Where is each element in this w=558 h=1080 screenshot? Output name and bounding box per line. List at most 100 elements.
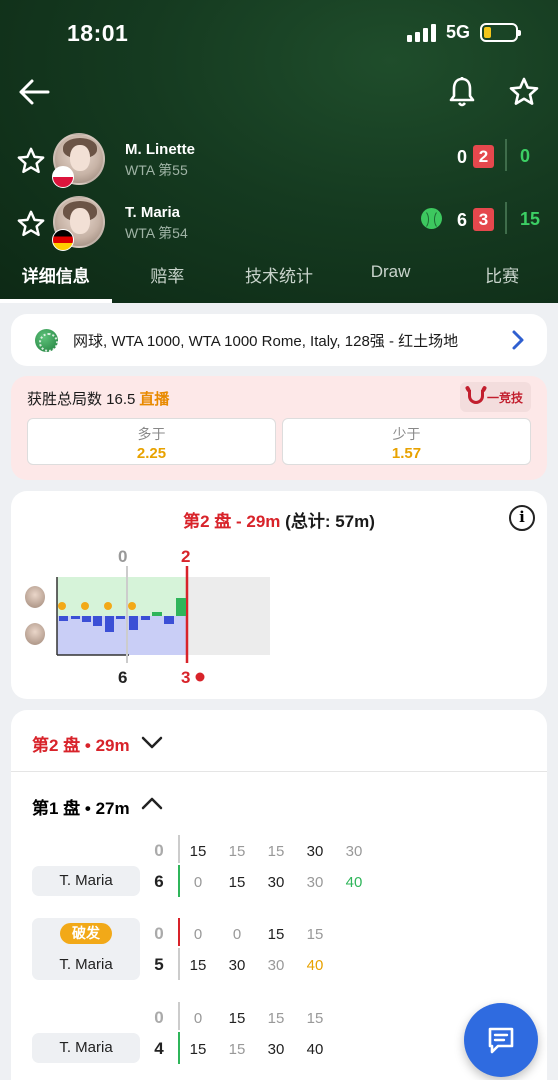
odds-over-button[interactable]: 多于 2.25 <box>27 418 276 465</box>
score-divider <box>505 202 507 234</box>
odds-under-label: 少于 <box>392 426 421 442</box>
game-top-score: 0 <box>154 1008 164 1027</box>
point-score: 40 <box>306 1041 324 1058</box>
point-score: 30 <box>267 957 285 974</box>
tennis-ball-icon <box>35 328 58 352</box>
signal-icon <box>406 23 436 42</box>
status-time: 18:01 <box>67 20 129 46</box>
chat-icon <box>488 1027 514 1054</box>
game-bottom-score: 4 <box>154 1039 164 1058</box>
server-pill: T. Maria <box>32 866 140 896</box>
star-icon[interactable] <box>16 209 46 239</box>
point-score: 0 <box>193 1010 203 1027</box>
points-score: 0 <box>520 146 531 166</box>
point-score: 0 <box>193 874 203 891</box>
match-timeline-card: 第2 盘 - 29m (总计: 57m) i 0 6 2 3 <box>11 491 547 699</box>
battery-icon <box>480 23 521 42</box>
point-score: 15 <box>189 957 207 974</box>
point-score: 30 <box>345 843 363 860</box>
tournament-card[interactable]: 网球, WTA 1000, WTA 1000 Rome, Italy, 128强… <box>11 314 547 366</box>
set2-top-score: 2 <box>181 547 191 566</box>
set1-bottom-score: 6 <box>118 668 128 687</box>
odds-title: 获胜总局数 16.5 直播 <box>27 388 169 409</box>
player-row-linette[interactable]: M. Linette WTA 第55 0 2 0 <box>0 133 558 189</box>
current-game-score: 2 <box>473 145 494 168</box>
point-score: 15 <box>228 874 246 891</box>
point-score: 15 <box>189 843 207 860</box>
player-name: T. Maria <box>125 204 181 221</box>
server-pill: T. Maria <box>32 1033 140 1063</box>
serving-tennis-ball-icon <box>421 208 442 229</box>
point-score: 30 <box>267 1041 285 1058</box>
player-name: M. Linette <box>125 141 195 158</box>
set2-bottom-score: 3 <box>181 668 191 687</box>
current-game-score: 3 <box>473 208 494 231</box>
break-badge: 破发 <box>60 923 112 944</box>
score-divider <box>505 139 507 171</box>
point-score: 15 <box>267 926 285 943</box>
point-score: 15 <box>267 843 285 860</box>
momentum-chart <box>56 566 270 682</box>
network-label: 5G <box>445 22 470 42</box>
star-icon[interactable] <box>16 146 46 176</box>
bull-logo-icon <box>467 390 484 404</box>
sets-won: 6 <box>457 210 468 230</box>
odds-over-value: 2.25 <box>136 445 167 462</box>
point-score: 15 <box>228 843 246 860</box>
set1-top-score: 0 <box>118 547 128 566</box>
game-result-bar <box>178 1032 180 1064</box>
game-bottom-score: 6 <box>154 872 164 891</box>
tournament-text: 网球, WTA 1000, WTA 1000 Rome, Italy, 128强… <box>73 332 459 350</box>
game-divider <box>178 948 180 980</box>
point-score: 40 <box>345 874 363 891</box>
game-top-score: 0 <box>154 841 164 860</box>
tab-bar: 详细信息 赔率 技术统计 Draw 比赛 <box>0 256 558 303</box>
game-result-bar <box>178 865 180 897</box>
live-badge: 直播 <box>139 391 170 408</box>
player-rank: WTA 第54 <box>125 225 188 241</box>
bookmaker-logo[interactable]: 一竞技 <box>459 382 531 412</box>
point-score: 30 <box>267 874 285 891</box>
chevron-up-icon[interactable] <box>141 796 163 810</box>
game-result-bar <box>178 918 180 946</box>
point-score: 0 <box>193 926 203 943</box>
set1-header[interactable]: 第1 盘 • 27m <box>32 794 130 819</box>
favorite-star-icon[interactable] <box>508 76 540 108</box>
player-row-maria[interactable]: T. Maria WTA 第54 6 3 15 <box>0 196 558 252</box>
game-bottom-score: 5 <box>154 955 164 974</box>
point-score: 30 <box>306 874 324 891</box>
tab-draw[interactable]: Draw <box>335 256 447 303</box>
odds-under-button[interactable]: 少于 1.57 <box>282 418 531 465</box>
bell-icon[interactable] <box>448 76 476 108</box>
tab-matches[interactable]: 比赛 <box>446 256 558 303</box>
current-point-dot <box>195 672 205 682</box>
game-divider <box>178 835 180 863</box>
chart-top-area <box>57 577 187 616</box>
chevron-down-icon[interactable] <box>141 736 163 750</box>
points-score: 15 <box>520 209 541 229</box>
chat-fab-button[interactable] <box>464 1003 538 1077</box>
point-score: 40 <box>306 957 324 974</box>
poland-flag-icon <box>52 166 74 188</box>
point-score: 15 <box>189 1041 207 1058</box>
point-score: 0 <box>232 926 242 943</box>
tab-stats[interactable]: 技术统计 <box>223 256 335 303</box>
bookmaker-name: 一竞技 <box>486 390 523 405</box>
germany-flag-icon <box>52 229 74 251</box>
point-score: 15 <box>267 1010 285 1027</box>
odds-market: 获胜总局数 16.5 <box>27 391 136 408</box>
point-score: 30 <box>228 957 246 974</box>
tab-details[interactable]: 详细信息 <box>0 256 112 303</box>
back-arrow-icon[interactable] <box>18 78 50 106</box>
point-score: 15 <box>228 1010 246 1027</box>
odds-card: 获胜总局数 16.5 直播 一竞技 多于 2.25 少于 1.57 <box>11 376 547 480</box>
player-rank: WTA 第55 <box>125 162 188 178</box>
match-header: 18:01 5G M. Linette WTA 第55 0 2 0 T. Mar… <box>0 0 558 303</box>
tab-odds[interactable]: 赔率 <box>112 256 224 303</box>
point-score: 15 <box>306 926 324 943</box>
set2-header[interactable]: 第2 盘 • 29m <box>32 731 130 756</box>
chevron-right-icon[interactable] <box>511 329 525 351</box>
odds-under-value: 1.57 <box>391 445 422 462</box>
point-score: 15 <box>228 1041 246 1058</box>
odds-over-label: 多于 <box>137 426 166 442</box>
